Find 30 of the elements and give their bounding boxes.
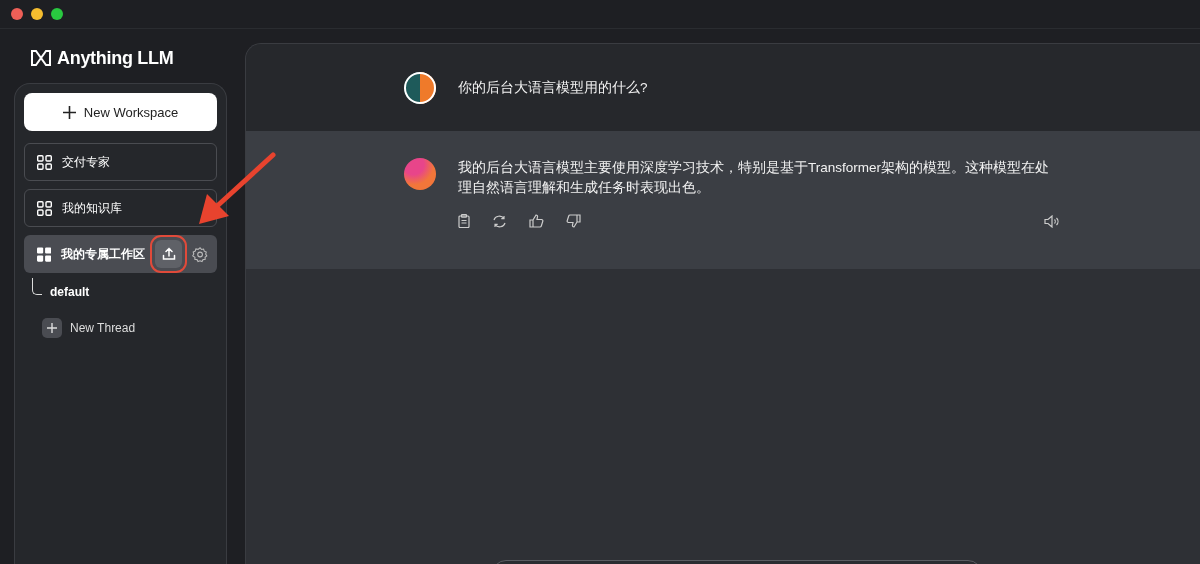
workspace-name: 我的知识库 xyxy=(62,199,123,217)
workspace-item[interactable]: 我的专属工作区 xyxy=(24,235,217,273)
message-text: 我的后台大语言模型主要使用深度学习技术，特别是基于Transformer架构的模型。这种模型在处理自然语言理解和生成任务时表现出色。 xyxy=(458,159,1050,197)
tree-connector xyxy=(32,278,42,295)
grid-icon xyxy=(37,200,52,216)
assistant-avatar xyxy=(404,158,436,190)
maximize-window-button[interactable] xyxy=(51,8,63,20)
app-logo-text: Anything LLM xyxy=(57,47,174,69)
new-workspace-button[interactable]: New Workspace xyxy=(24,93,217,131)
plus-icon xyxy=(42,318,62,338)
minimize-window-button[interactable] xyxy=(31,8,43,20)
message-text: 你的后台大语言模型用的什么? xyxy=(458,78,648,97)
thread-item[interactable]: default xyxy=(50,285,90,299)
workspace-name: 交付专家 xyxy=(62,153,111,171)
user-avatar xyxy=(404,71,436,104)
grid-icon xyxy=(37,154,52,170)
clipboard-icon[interactable] xyxy=(458,214,470,228)
workspace-name: 我的专属工作区 xyxy=(61,245,146,263)
upload-icon xyxy=(161,247,176,261)
regenerate-icon[interactable] xyxy=(492,214,507,228)
new-thread-button[interactable]: New Thread xyxy=(24,317,217,339)
settings-icon[interactable] xyxy=(191,245,208,263)
close-window-button[interactable] xyxy=(11,8,23,20)
speaker-icon[interactable] xyxy=(1044,214,1060,228)
grid-icon xyxy=(37,246,52,262)
workspace-item[interactable]: 交付专家 xyxy=(24,143,217,181)
thumbs-up-icon[interactable] xyxy=(529,214,544,228)
thumbs-down-icon[interactable] xyxy=(566,214,581,228)
logo-icon xyxy=(31,50,51,66)
plus-icon xyxy=(62,105,76,119)
